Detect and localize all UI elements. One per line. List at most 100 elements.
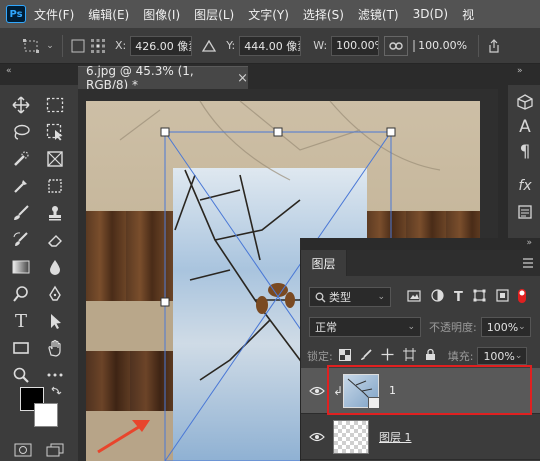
- layer-filter-row: 类型 ⌄ T: [301, 286, 540, 308]
- visibility-eye-icon[interactable]: [301, 386, 333, 396]
- filter-type-icon[interactable]: T: [454, 290, 463, 305]
- menu-select[interactable]: 选择(S): [303, 6, 344, 23]
- link-icon[interactable]: [384, 35, 409, 56]
- x-position-field[interactable]: 426.00 像素: [130, 35, 193, 56]
- document-tab[interactable]: 6.jpg @ 45.3% (1, RGB/8) * ×: [78, 64, 248, 92]
- blur-tool-icon[interactable]: [43, 255, 67, 279]
- layer-thumbnail[interactable]: [343, 373, 380, 409]
- kind-filter-label: 类型: [329, 291, 351, 304]
- lasso-tool-icon[interactable]: [9, 120, 33, 144]
- marquee-tool-icon[interactable]: [43, 93, 67, 117]
- photoshop-logo[interactable]: Ps: [6, 5, 26, 23]
- lock-all-icon[interactable]: [425, 348, 436, 364]
- swap-colors-icon[interactable]: [50, 385, 62, 400]
- y-position-field[interactable]: 444.00 像素: [239, 35, 302, 56]
- height-scrub-icon[interactable]: [410, 39, 418, 53]
- dodge-tool-icon[interactable]: [9, 282, 33, 306]
- layer-thumbnail[interactable]: [333, 419, 369, 454]
- lock-artboard-icon[interactable]: [402, 348, 416, 364]
- visibility-eye-icon[interactable]: [301, 432, 333, 442]
- menu-type[interactable]: 文字(Y): [248, 6, 289, 23]
- reference-point-grid-icon[interactable]: [87, 38, 109, 54]
- panel-menu-icon[interactable]: [522, 258, 534, 271]
- 3d-cube-icon[interactable]: [516, 93, 534, 111]
- chevron-down-icon[interactable]: ⌄: [44, 41, 56, 51]
- width-field[interactable]: 100.00%: [331, 35, 380, 56]
- screen-mode-icon[interactable]: [46, 443, 64, 460]
- lock-transparent-icon[interactable]: [338, 348, 351, 364]
- blend-row: 正常 ⌄ 不透明度: 100% ⌄: [301, 316, 540, 338]
- divider: [478, 34, 480, 57]
- quick-mask-icon[interactable]: [14, 443, 32, 460]
- gradient-tool-icon[interactable]: [9, 255, 33, 279]
- paragraph-panel-icon[interactable]: ¶: [516, 142, 534, 162]
- quick-select-tool-icon[interactable]: [9, 147, 33, 171]
- share-icon[interactable]: [485, 38, 503, 53]
- brush-tool-icon[interactable]: [9, 201, 33, 225]
- eyedropper-tool-icon[interactable]: [9, 174, 33, 198]
- background-color-swatch[interactable]: [34, 403, 58, 427]
- layer-kind-filter[interactable]: 类型 ⌄: [309, 287, 391, 307]
- more-tools-icon[interactable]: [43, 363, 67, 387]
- layer-name[interactable]: 1: [389, 384, 396, 397]
- fx-styles-icon[interactable]: fx: [516, 177, 534, 195]
- pen-tool-icon[interactable]: [43, 282, 67, 306]
- document-title: 6.jpg @ 45.3% (1, RGB/8) *: [86, 64, 194, 92]
- lock-pixels-icon[interactable]: [360, 348, 372, 364]
- hand-tool-icon[interactable]: [43, 336, 67, 360]
- eraser-tool-icon[interactable]: [43, 228, 67, 252]
- menu-3d[interactable]: 3D(D): [413, 7, 448, 21]
- layer-row-selected[interactable]: ↲ 1: [301, 368, 540, 414]
- fill-value: 100%: [483, 349, 515, 363]
- layer-name[interactable]: 图层 1: [379, 429, 412, 445]
- panel-collapse-icon[interactable]: »: [517, 66, 523, 86]
- opacity-field[interactable]: 100% ⌄: [480, 317, 531, 337]
- layer-row[interactable]: 图层 1: [301, 414, 540, 460]
- filter-pixel-icon[interactable]: [407, 289, 421, 305]
- tab-layers[interactable]: 图层: [301, 250, 347, 276]
- rectangle-tool-icon[interactable]: [9, 336, 33, 360]
- tools-panel: T: [0, 85, 78, 461]
- w-label: W:: [313, 39, 328, 52]
- filter-shape-icon[interactable]: [473, 289, 486, 305]
- reference-point-checkbox[interactable]: [69, 39, 87, 53]
- filter-toggle-icon[interactable]: [517, 288, 527, 307]
- menu-view[interactable]: 视: [462, 6, 474, 23]
- type-tool-icon[interactable]: T: [9, 309, 33, 333]
- chevron-down-icon: ⌄: [407, 322, 415, 332]
- right-panel-strip: A ¶ fx: [508, 85, 540, 238]
- object-select-tool-icon[interactable]: [43, 120, 67, 144]
- layers-panel: 图层 类型 ⌄ T 正常 ⌄ 不透明度: 100% ⌄ 锁定: 填充: 100%…: [300, 250, 540, 461]
- chevron-down-icon: ⌄: [518, 322, 526, 332]
- path-select-tool-icon[interactable]: [43, 309, 67, 333]
- character-panel-icon[interactable]: A: [516, 117, 534, 137]
- move-tool-icon[interactable]: [9, 93, 33, 117]
- menu-file[interactable]: 文件(F): [34, 6, 74, 23]
- zoom-tool-icon[interactable]: [9, 363, 33, 387]
- lock-position-icon[interactable]: [381, 348, 394, 364]
- delta-icon[interactable]: [198, 39, 220, 52]
- properties-panel-icon[interactable]: [516, 203, 534, 221]
- menu-filter[interactable]: 滤镜(T): [358, 6, 399, 23]
- options-bar: ⌄ X: 426.00 像素 Y: 444.00 像素 W: 100.00% 1…: [0, 28, 540, 64]
- search-icon: [315, 292, 326, 302]
- transform-preset-icon[interactable]: [18, 38, 44, 54]
- chevron-down-icon: ⌄: [514, 351, 523, 361]
- blend-mode-select[interactable]: 正常 ⌄: [309, 317, 421, 337]
- filter-smart-object-icon[interactable]: [496, 289, 509, 305]
- fill-label: 填充:: [447, 350, 474, 363]
- height-field[interactable]: 100.00%: [418, 36, 474, 56]
- menu-layer[interactable]: 图层(L): [194, 6, 234, 23]
- history-brush-tool-icon[interactable]: [9, 228, 33, 252]
- stamp-tool-icon[interactable]: [43, 201, 67, 225]
- menu-image[interactable]: 图像(I): [143, 6, 180, 23]
- fill-field[interactable]: 100% ⌄: [477, 347, 528, 365]
- panel-collapse-icon[interactable]: »: [526, 238, 532, 248]
- filter-adjustment-icon[interactable]: [431, 289, 444, 305]
- frame-tool-icon[interactable]: [43, 174, 67, 198]
- close-icon[interactable]: ×: [237, 71, 248, 86]
- toolbar-collapse-icon[interactable]: «: [6, 66, 12, 86]
- crop-frame-tool-icon[interactable]: [43, 147, 67, 171]
- panel-header-strip: »: [300, 238, 540, 250]
- menu-edit[interactable]: 编辑(E): [88, 6, 129, 23]
